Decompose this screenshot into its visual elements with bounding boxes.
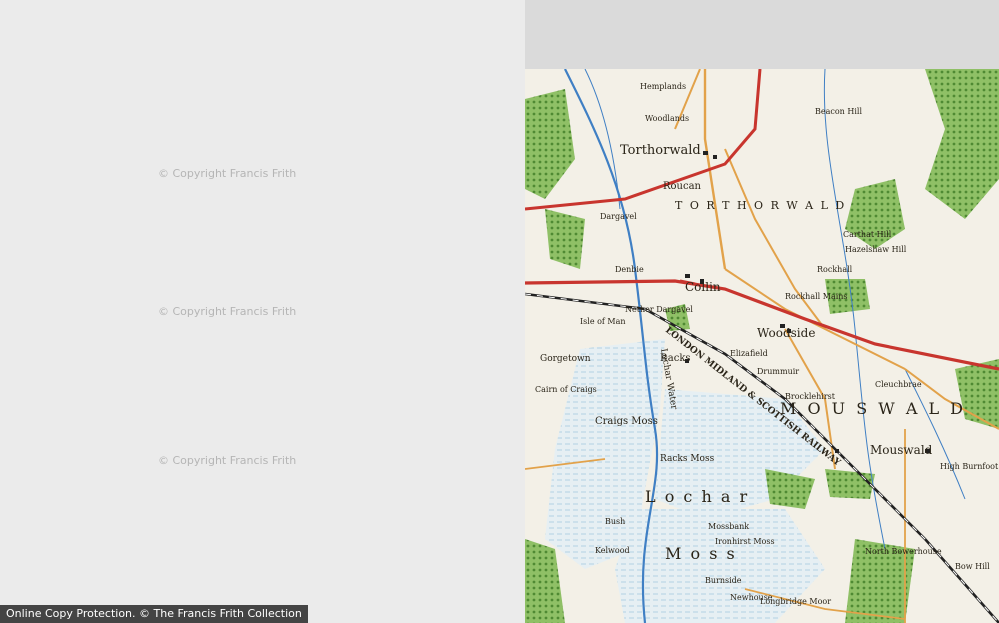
copyright-watermark: © Copyright Francis Frith: [158, 454, 297, 467]
map-top-margin: [525, 0, 999, 69]
place-roucan: Roucan: [663, 181, 702, 192]
place-woodlands: Woodlands: [645, 114, 689, 123]
woodland: [825, 469, 875, 499]
copyright-watermark: © Copyright Francis Frith: [158, 167, 297, 180]
woodland: [925, 69, 999, 219]
place-rockhall: Rockhall: [817, 265, 853, 274]
place-kelwood: Kelwood: [595, 546, 630, 555]
map-canvas: Torthorwald T O R T H O R W A L D Collin…: [525, 69, 999, 623]
place-high-burnfoot: High Burnfoot: [940, 462, 999, 471]
lochar-moss-label: L o c h a r: [645, 487, 749, 506]
place-ironhirst-moss: Ironhirst Moss: [715, 537, 775, 546]
place-burnside: Burnside: [705, 576, 742, 585]
parish-torthorwald: T O R T H O R W A L D: [675, 199, 846, 212]
place-drummuir: Drummuir: [757, 367, 799, 376]
place-nether-dargavel: Nether Dargavel: [625, 305, 693, 314]
place-racks-moss: Racks Moss: [660, 454, 715, 464]
woodland: [525, 89, 575, 199]
place-beacon-hill: Beacon Hill: [815, 107, 862, 116]
stream: [584, 69, 621, 210]
place-craigs-moss: Craigs Moss: [595, 416, 658, 427]
place-isle-of-man: Isle of Man: [580, 317, 626, 326]
place-north-bowerhouse: North Bowerhouse: [865, 547, 942, 556]
place-collin: Collin: [685, 280, 721, 294]
place-bush: Bush: [605, 517, 625, 526]
place-cleuchbrae: Cleuchbrae: [875, 380, 922, 389]
moss-label: M o s s: [665, 544, 737, 563]
place-torthorwald: Torthorwald: [620, 143, 701, 158]
place-rockhall-mains: Rockhall Mains: [785, 292, 848, 301]
woodland: [955, 359, 999, 429]
place-gorgetown: Gorgetown: [540, 354, 591, 364]
place-mossbank: Mossbank: [708, 522, 749, 531]
map-viewport[interactable]: Torthorwald T O R T H O R W A L D Collin…: [525, 69, 999, 623]
place-brocklehirst: Brocklehirst: [785, 392, 836, 401]
place-mouswald: Mouswald: [870, 443, 933, 457]
place-newhouse: Newhouse: [730, 593, 773, 602]
place-bow-hill: Bow Hill: [955, 562, 990, 571]
place-elizafield: Elizafield: [730, 349, 768, 358]
woodland: [525, 539, 565, 623]
woodland: [765, 469, 815, 509]
place-hazelshaw-hill: Hazelshaw Hill: [845, 245, 907, 254]
place-denbie: Denbie: [615, 265, 644, 274]
place-cairn-of-craigs: Cairn of Craigs: [535, 385, 597, 394]
footer-copyright-bar: Online Copy Protection. © The Francis Fr…: [0, 605, 308, 623]
parish-mouswald: M O U S W A L D: [780, 399, 966, 418]
woodland: [545, 209, 585, 269]
copyright-watermark: © Copyright Francis Frith: [158, 305, 297, 318]
place-dargavel: Dargavel: [600, 212, 637, 221]
place-hemplands: Hemplands: [640, 82, 686, 91]
place-carthat-hill: Carthat Hill: [843, 230, 892, 239]
place-woodside: Woodside: [757, 326, 815, 340]
watermark-panel: © Copyright Francis Frith © Copyright Fr…: [0, 0, 525, 623]
